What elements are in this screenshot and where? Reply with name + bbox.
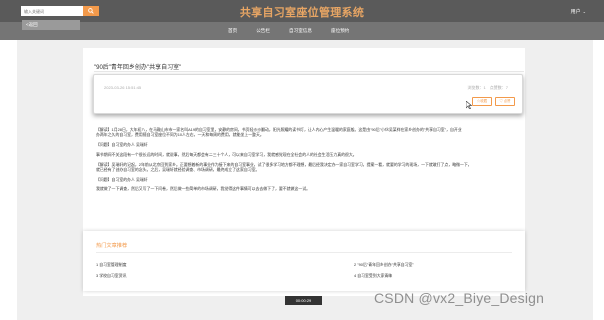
nav-bar: <返回 首页 公告栏 自习室信息 座位预约 [0, 20, 604, 40]
user-label: 用户 [570, 9, 581, 15]
collect-button[interactable]: ☆收藏 [472, 97, 492, 106]
nav-link-seat-booking[interactable]: 座位预约 [331, 28, 349, 34]
hot-article-link[interactable]: 4 自习室受到大家青睐 [354, 273, 392, 279]
top-bar: 共享自习室座位管理系统 用户⌄ [0, 0, 604, 22]
hot-article-link[interactable]: 3 学校自习室资讯 [96, 273, 126, 279]
nav-link-home[interactable]: 首页 [228, 28, 237, 34]
user-menu[interactable]: 用户 ⌄ [571, 8, 586, 15]
hot-article-link[interactable]: 2 "90后"青年回乡创办"共享自习室" [354, 262, 414, 268]
title-divider [94, 71, 524, 72]
hot-divider [96, 252, 512, 253]
nav-link-study-rooms[interactable]: 自习室信息 [289, 28, 312, 34]
hot-articles-title: 热门文章推荐 [96, 243, 128, 249]
post-date: 2023-03-26 15:51:45 [104, 85, 142, 90]
chevron-down-icon: ⌄ [582, 9, 586, 14]
content-paragraph: 我就做了一下调查，然后又写了一下问卷，然后做一些简单的市场调研，我觉得这件事情可… [96, 186, 310, 192]
nav-links: 首页 公告栏 自习室信息 座位预约 [228, 28, 349, 34]
site-title: 共享自习室座位管理系统 [239, 6, 365, 19]
nav-link-announcements[interactable]: 公告栏 [256, 28, 270, 34]
hot-article-link[interactable]: 1 自习室管理制度 [96, 262, 126, 268]
article-meta-box: 2023-03-26 15:51:45 浏览数：1 点赞数：7 ☆收藏 ♡ 点赞 [93, 74, 523, 114]
page-title: "90后"青年回乡创办"共享自习室" [94, 65, 182, 71]
watermark-text: CSDN @vx2_Biye_Design [374, 290, 545, 306]
hot-articles-card: 热门文章推荐 1 自习室管理制度 2 "90后"青年回乡创办"共享自习室" 3 … [83, 231, 525, 291]
article-content: 【解读】1月28日，大年初八，在马鞍山市市一家名叫A19的自习室里，安静的房间，… [96, 127, 526, 192]
back-button[interactable]: <返回 [22, 20, 80, 30]
footer-badge: 00:00:29 [285, 296, 322, 305]
like-button[interactable]: ♡ 点赞 [495, 97, 515, 106]
post-stats: 浏览数：1 点赞数：7 [467, 85, 508, 90]
